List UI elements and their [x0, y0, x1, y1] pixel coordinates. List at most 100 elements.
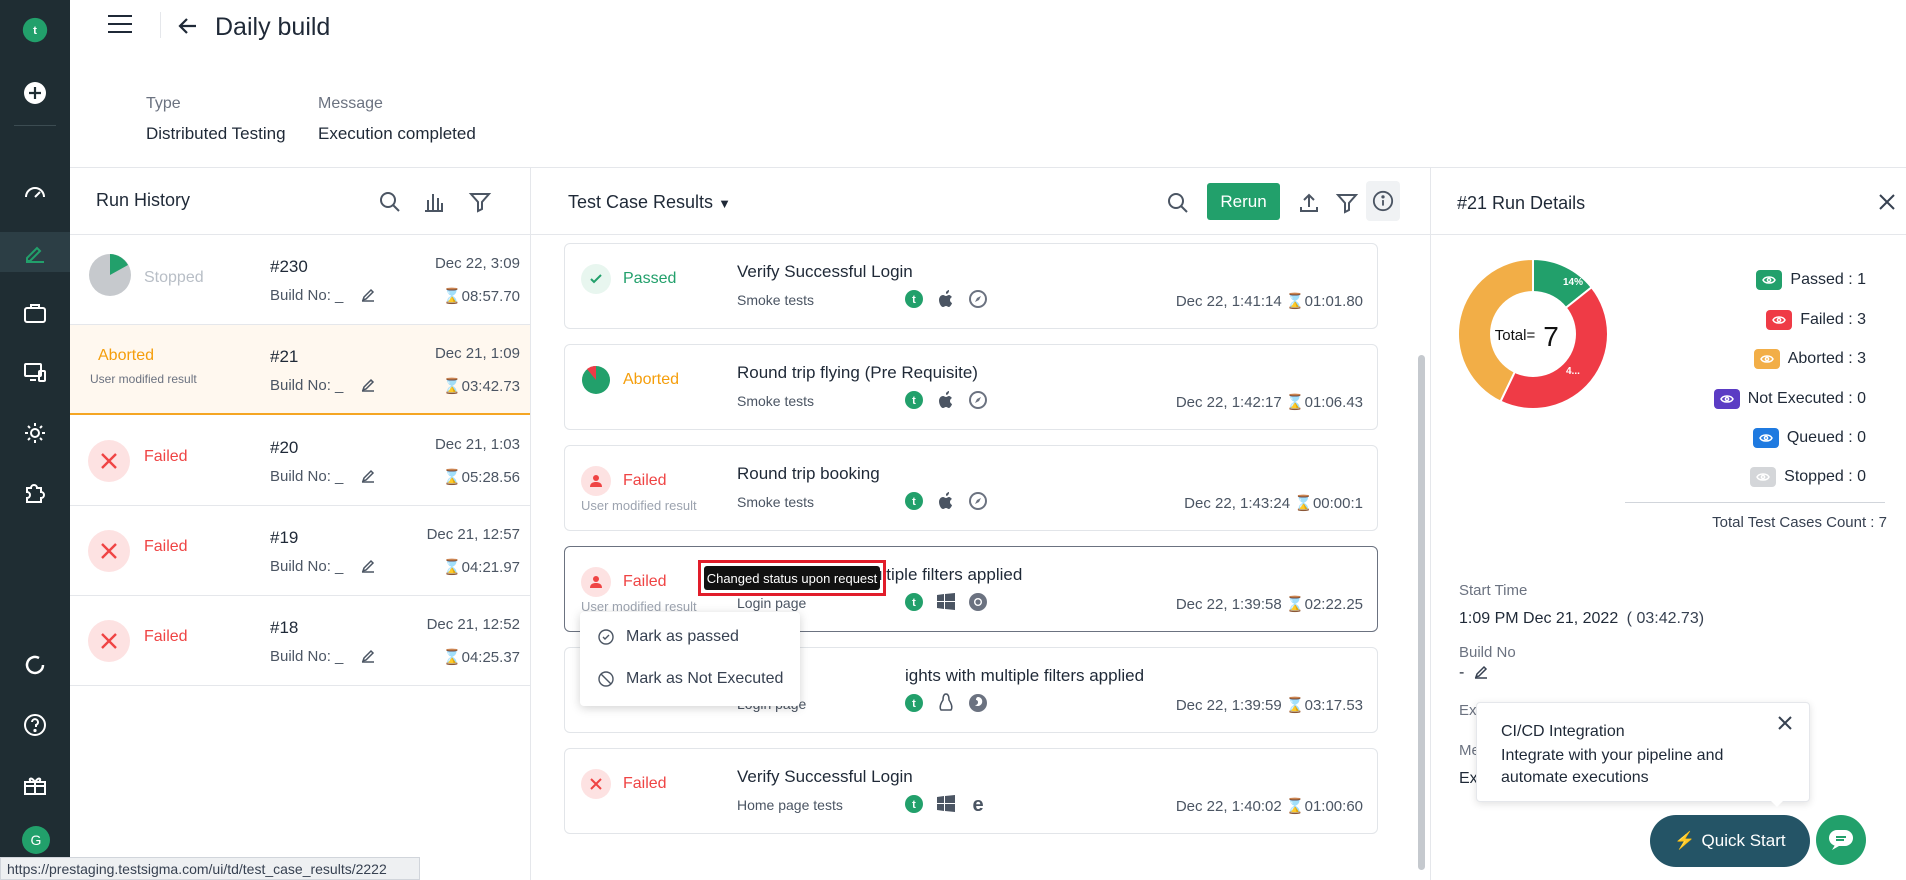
results-scrollbar[interactable]	[1418, 355, 1425, 870]
legend-passed: Passed : 1	[1756, 270, 1866, 290]
build-no-value: -	[1459, 664, 1488, 682]
run-status: Failed	[144, 628, 188, 645]
gift-icon[interactable]	[0, 765, 70, 805]
quick-start-button[interactable]: ⚡ Quick Start	[1650, 815, 1810, 867]
run-row[interactable]: Stopped #230 Build No: _ Dec 22, 3:09 ⌛0…	[70, 235, 530, 325]
case-name: Verify Successful Login	[737, 767, 913, 786]
case-name: ights with multiple filters applied	[905, 666, 1145, 685]
filter-icon[interactable]	[468, 190, 492, 214]
message-value-partial: Ex	[1459, 770, 1478, 787]
case-status: Failed	[623, 573, 667, 590]
edit-pencil-icon	[362, 288, 375, 302]
hourglass-icon: ⌛	[442, 559, 462, 576]
case-name: Round trip booking	[737, 464, 880, 483]
help-icon[interactable]	[0, 705, 70, 745]
mark-passed-menu-item[interactable]: Mark as passed	[598, 628, 739, 646]
hourglass-icon: ⌛	[442, 649, 462, 666]
run-number: #18	[270, 618, 299, 637]
close-icon[interactable]	[1777, 715, 1793, 731]
run-date: Dec 21, 1:09	[434, 345, 520, 362]
test-development-icon[interactable]	[0, 232, 70, 272]
test-case-card[interactable]: Passed Verify Successful Login Smoke tes…	[564, 243, 1378, 329]
bar-chart-icon[interactable]	[422, 190, 446, 214]
user-modified-icon	[581, 567, 611, 597]
page-title: Daily build	[215, 13, 331, 41]
hourglass-icon: ⌛	[1285, 697, 1305, 714]
total-count: Total Test Cases Count : 7	[1712, 514, 1887, 531]
case-datetime: Dec 22, 1:42:17 ⌛01:06.43	[1175, 394, 1363, 411]
run-number: #21	[270, 347, 299, 366]
legend-not-executed: Not Executed : 0	[1713, 389, 1866, 409]
test-case-card[interactable]: Aborted Round trip flying (Pre Requisite…	[564, 344, 1378, 430]
windows-icon	[937, 795, 955, 812]
run-status: Failed	[144, 448, 188, 465]
case-status: Failed	[623, 472, 667, 489]
info-icon[interactable]	[1366, 181, 1400, 221]
edit-pencil-icon	[362, 469, 375, 483]
safari-icon	[969, 391, 987, 409]
menu-hamburger-icon[interactable]	[108, 14, 132, 34]
svg-text:t: t	[912, 496, 916, 508]
filter-icon[interactable]	[1335, 191, 1359, 215]
case-status: Failed	[623, 775, 667, 792]
run-row[interactable]: Failed #20 Build No: _ Dec 21, 1:03 ⌛05:…	[70, 416, 530, 506]
cicd-integration-popup: CI/CD Integration Integrate with your pi…	[1476, 702, 1810, 807]
user-avatar[interactable]: G	[22, 826, 50, 854]
svg-text:t: t	[912, 395, 916, 407]
case-datetime: Dec 22, 1:43:24 ⌛00:00:1	[1184, 495, 1363, 512]
results-dropdown[interactable]: Test Case Results ▼	[568, 192, 731, 213]
eye-icon	[1713, 389, 1740, 409]
close-icon[interactable]	[1877, 192, 1897, 212]
hourglass-icon: ⌛	[442, 288, 462, 305]
svg-text:t: t	[912, 597, 916, 609]
test-case-card[interactable]: Failed User modified result Round trip b…	[564, 445, 1378, 531]
run-date: Dec 21, 1:03	[434, 436, 520, 453]
passed-check-icon	[581, 264, 611, 294]
devices-icon[interactable]	[0, 353, 70, 393]
linux-icon	[939, 693, 953, 711]
testsigma-logo-icon[interactable]: t	[0, 10, 70, 50]
case-status: Passed	[623, 270, 677, 287]
testsigma-agent-icon: t	[905, 593, 923, 611]
edit-pencil-icon	[362, 649, 375, 663]
refresh-icon[interactable]	[0, 645, 70, 685]
run-row-selected[interactable]: Aborted User modified result #21 Build N…	[70, 325, 530, 415]
settings-gear-icon[interactable]	[0, 413, 70, 453]
run-row[interactable]: Failed #18 Build No: _ Dec 21, 12:52 ⌛04…	[70, 596, 530, 686]
run-duration: ⌛08:57.70	[442, 288, 520, 305]
upload-icon[interactable]	[1297, 191, 1321, 215]
donut-center-label: Total=	[1495, 327, 1536, 344]
briefcase-icon[interactable]	[0, 293, 70, 333]
failed-x-icon	[581, 769, 611, 799]
dashboard-icon[interactable]	[0, 172, 70, 212]
meta-message-label: Message	[318, 95, 383, 112]
legend-stopped: Stopped : 0	[1750, 467, 1866, 487]
eye-icon	[1750, 467, 1777, 487]
legend-aborted: Aborted : 3	[1753, 349, 1866, 369]
run-row[interactable]: Failed #19 Build No: _ Dec 21, 12:57 ⌛04…	[70, 506, 530, 596]
rerun-button[interactable]: Rerun	[1207, 183, 1280, 220]
addons-puzzle-icon[interactable]	[0, 472, 70, 512]
status-tooltip: Changed status upon request	[698, 560, 886, 596]
add-icon[interactable]	[0, 73, 70, 113]
chrome-icon	[969, 593, 987, 611]
hourglass-icon: ⌛	[1285, 293, 1305, 310]
search-icon[interactable]	[378, 190, 402, 214]
run-build-no: Build No: _	[270, 377, 375, 394]
test-case-card[interactable]: Failed Verify Successful Login Home page…	[564, 748, 1378, 834]
apple-icon	[939, 290, 952, 307]
aborted-pie-icon	[582, 365, 610, 394]
case-datetime: Dec 22, 1:39:58 ⌛02:22.25	[1175, 596, 1363, 613]
case-group: Login page	[737, 595, 807, 611]
edit-pencil-icon	[1475, 665, 1488, 679]
back-arrow-icon[interactable]	[176, 14, 200, 38]
chat-icon[interactable]	[1816, 815, 1866, 865]
mark-not-executed-menu-item[interactable]: Mark as Not Executed	[598, 670, 783, 688]
search-icon[interactable]	[1166, 191, 1190, 215]
case-group: Smoke tests	[737, 494, 815, 510]
edge-icon: e	[972, 794, 983, 815]
run-status: Aborted	[98, 347, 155, 364]
block-icon	[598, 671, 614, 687]
failed-x-icon	[88, 440, 130, 482]
eye-icon	[1753, 349, 1780, 369]
